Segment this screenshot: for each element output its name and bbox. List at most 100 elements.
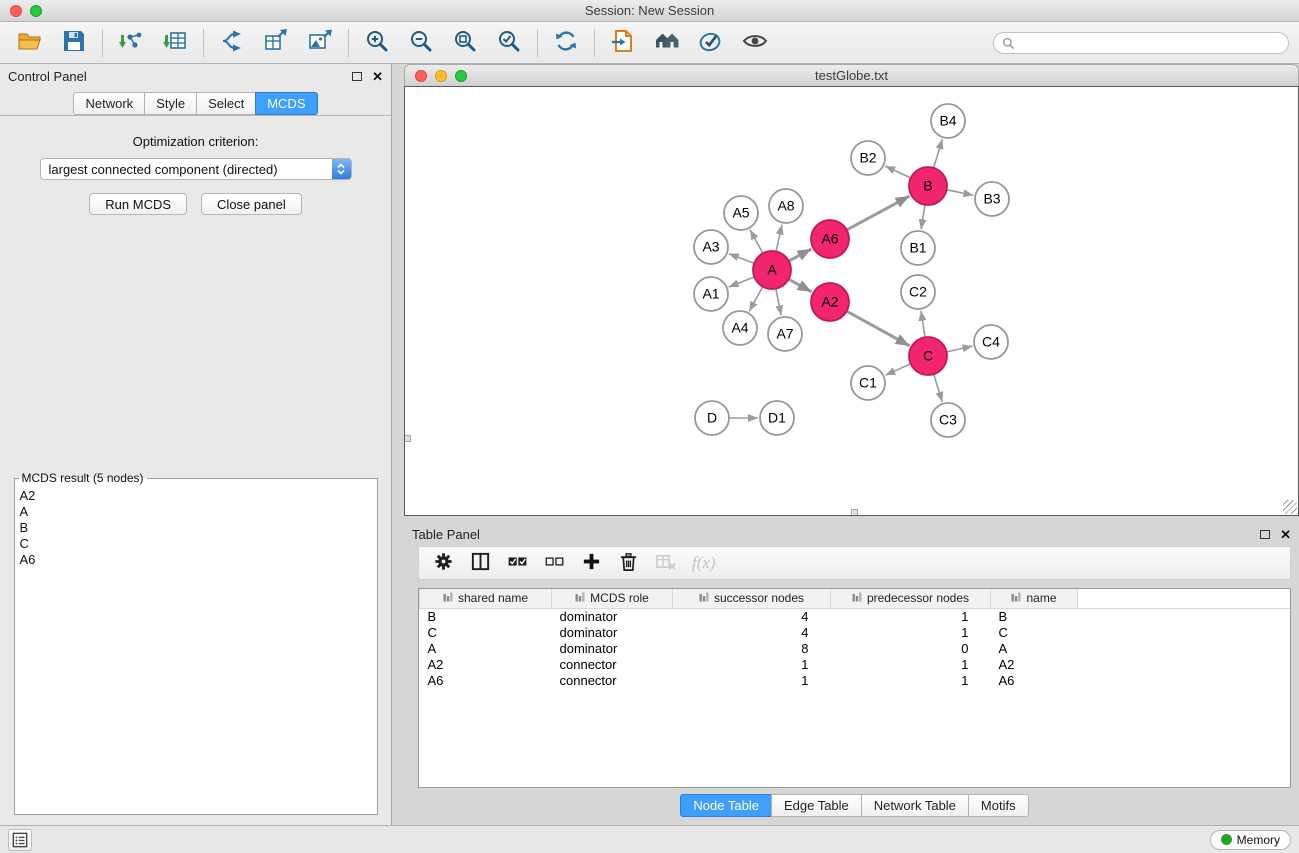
show-graphics-details-button[interactable] [737, 26, 773, 60]
edge-C-C4[interactable] [947, 346, 973, 352]
function-builder-button[interactable]: f(x) [692, 550, 716, 576]
node-C[interactable]: C [909, 337, 947, 375]
save-session-button[interactable] [56, 26, 92, 60]
cell-shared-name[interactable]: B [420, 608, 552, 624]
control-panel-float-icon[interactable] [352, 72, 362, 81]
edge-A-A4[interactable] [749, 287, 763, 312]
network-graph[interactable]: AA1A2A3A4A5A6A7A8BB1B2B3B4CC1C2C3C4DD1 [405, 87, 1297, 515]
edge-B-B2[interactable] [885, 166, 911, 178]
column-header-predecessor-nodes[interactable]: predecessor nodes [831, 589, 991, 608]
cell-successor-nodes[interactable]: 1 [673, 672, 831, 688]
search-input[interactable] [1020, 36, 1280, 50]
edge-A2-C[interactable] [847, 311, 910, 346]
result-item[interactable]: B [20, 520, 372, 536]
add-function-button[interactable] [581, 550, 602, 576]
tab-network-table[interactable]: Network Table [861, 794, 969, 817]
edge-C-C3[interactable] [934, 374, 943, 402]
delete-rows-button[interactable] [618, 550, 639, 576]
node-D1[interactable]: D1 [760, 401, 794, 435]
cell-shared-name[interactable]: A2 [420, 656, 552, 672]
edge-C-C1[interactable] [885, 364, 910, 375]
show-columns-button[interactable] [470, 550, 491, 576]
memory-indicator[interactable]: Memory [1210, 830, 1291, 850]
cell-predecessor-nodes[interactable]: 1 [831, 608, 991, 624]
import-table-button[interactable] [157, 26, 193, 60]
cell-name[interactable]: A2 [991, 656, 1078, 672]
export-table-button[interactable] [258, 26, 294, 60]
edge-A-A3[interactable] [729, 254, 754, 264]
table-panel-float-icon[interactable] [1260, 530, 1270, 539]
refresh-view-button[interactable] [548, 26, 584, 60]
column-header-name[interactable]: name [991, 589, 1078, 608]
edge-A-A2[interactable] [789, 279, 812, 292]
panel-selector-button[interactable] [8, 829, 32, 851]
edge-C-C2[interactable] [921, 311, 925, 337]
export-network-button[interactable] [214, 26, 250, 60]
cell-shared-name[interactable]: A6 [420, 672, 552, 688]
column-header-MCDS-role[interactable]: MCDS role [552, 589, 673, 608]
edge-A-A5[interactable] [750, 230, 763, 254]
node-table[interactable]: shared nameMCDS rolesuccessor nodesprede… [418, 588, 1291, 788]
cell-predecessor-nodes[interactable]: 1 [831, 624, 991, 640]
cell-name[interactable]: C [991, 624, 1078, 640]
table-panel-close-icon[interactable]: ✕ [1280, 528, 1291, 541]
zoom-out-button[interactable] [403, 26, 439, 60]
bottom-resize-tick[interactable] [851, 509, 858, 516]
select-all-rows-button[interactable] [507, 550, 528, 576]
node-C4[interactable]: C4 [974, 325, 1008, 359]
edge-A-A1[interactable] [729, 277, 755, 287]
cell-name[interactable]: A [991, 640, 1078, 656]
close-panel-button[interactable]: Close panel [201, 193, 302, 215]
cell-successor-nodes[interactable]: 4 [673, 608, 831, 624]
node-B4[interactable]: B4 [931, 104, 965, 138]
zoom-in-button[interactable] [359, 26, 395, 60]
cell-shared-name[interactable]: C [420, 624, 552, 640]
tab-node-table[interactable]: Node Table [680, 794, 772, 817]
node-B[interactable]: B [909, 167, 947, 205]
control-panel-close-icon[interactable]: ✕ [372, 70, 383, 83]
cell-MCDS-role[interactable]: dominator [552, 608, 673, 624]
result-item[interactable]: C [20, 536, 372, 552]
node-D[interactable]: D [695, 401, 729, 435]
node-C3[interactable]: C3 [931, 403, 965, 437]
export-image-button[interactable] [302, 26, 338, 60]
cell-predecessor-nodes[interactable]: 0 [831, 640, 991, 656]
node-B3[interactable]: B3 [975, 182, 1009, 216]
node-A8[interactable]: A8 [769, 189, 803, 223]
result-item[interactable]: A2 [20, 488, 372, 504]
window-titlebar[interactable]: Session: New Session [0, 0, 1299, 22]
left-resize-tick[interactable] [404, 435, 411, 442]
column-header-successor-nodes[interactable]: successor nodes [673, 589, 831, 608]
table-row[interactable]: A6connector11A6 [420, 672, 1291, 688]
tab-mcds[interactable]: MCDS [255, 92, 317, 115]
tab-select[interactable]: Select [196, 92, 256, 115]
table-row[interactable]: Cdominator41C [420, 624, 1291, 640]
mcds-result-list[interactable]: A2ABCA6 [17, 487, 375, 569]
table-row[interactable]: Adominator80A [420, 640, 1291, 656]
edge-A6-B[interactable] [847, 196, 910, 230]
cell-name[interactable]: B [991, 608, 1078, 624]
node-A7[interactable]: A7 [768, 317, 802, 351]
cell-MCDS-role[interactable]: dominator [552, 624, 673, 640]
result-item[interactable]: A [20, 504, 372, 520]
open-session-button[interactable] [12, 26, 48, 60]
cell-MCDS-role[interactable]: connector [552, 672, 673, 688]
cell-MCDS-role[interactable]: connector [552, 656, 673, 672]
deselect-all-rows-button[interactable] [544, 550, 565, 576]
edge-A-A7[interactable] [776, 289, 781, 316]
import-network-button[interactable] [113, 26, 149, 60]
table-settings-button[interactable] [433, 550, 454, 576]
search-field[interactable] [993, 32, 1289, 54]
edge-A-A8[interactable] [776, 225, 782, 252]
cell-successor-nodes[interactable]: 4 [673, 624, 831, 640]
node-A1[interactable]: A1 [694, 277, 728, 311]
run-mcds-button[interactable]: Run MCDS [89, 193, 187, 215]
cell-successor-nodes[interactable]: 1 [673, 656, 831, 672]
node-A6[interactable]: A6 [811, 220, 849, 258]
edge-B-B1[interactable] [921, 205, 925, 229]
tab-network[interactable]: Network [73, 92, 145, 115]
edge-A-A6[interactable] [789, 249, 812, 261]
clear-table-button[interactable] [655, 550, 676, 576]
zoom-selected-button[interactable] [491, 26, 527, 60]
network-canvas[interactable]: AA1A2A3A4A5A6A7A8BB1B2B3B4CC1C2C3C4DD1 [404, 86, 1299, 516]
